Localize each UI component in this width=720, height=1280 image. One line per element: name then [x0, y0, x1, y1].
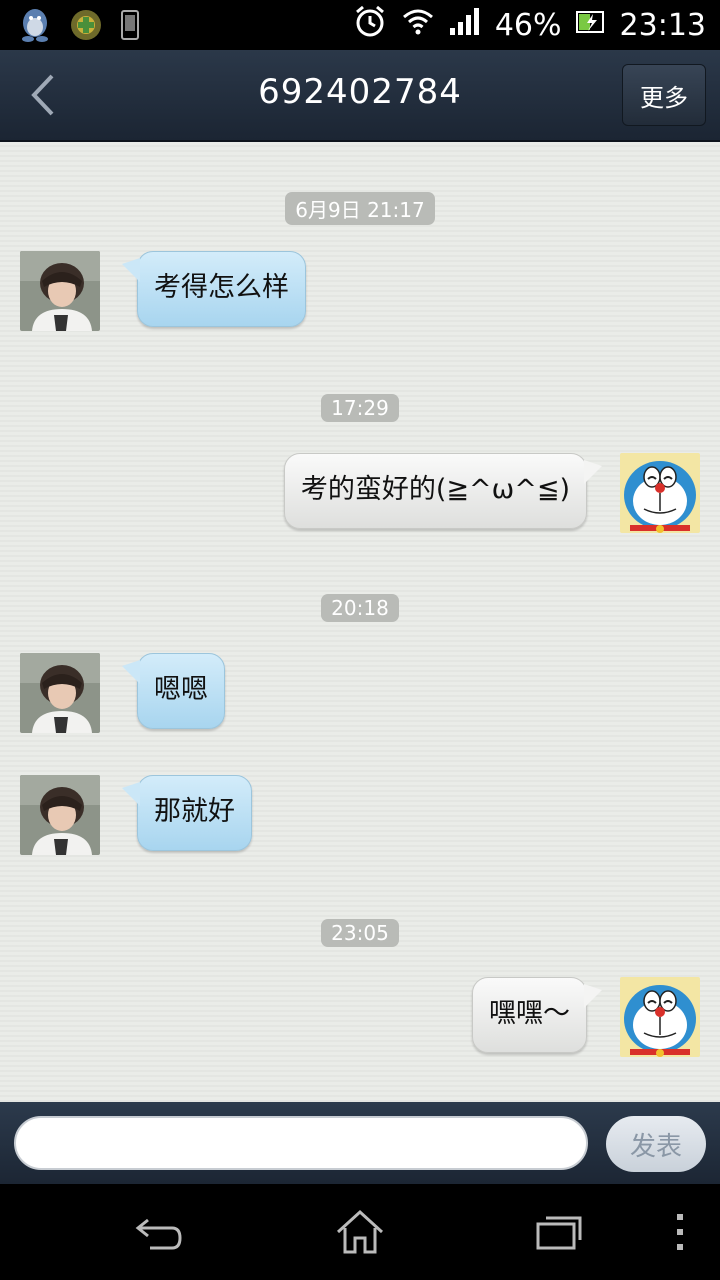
incoming-message-bubble[interactable]: 嗯嗯: [122, 653, 225, 729]
timestamp: 6月9日 21:17: [0, 192, 720, 225]
incoming-message-bubble[interactable]: 那就好: [122, 775, 252, 851]
app-badge-icon: [70, 9, 102, 45]
nav-menu-button[interactable]: [654, 1206, 706, 1258]
my-avatar[interactable]: [620, 453, 700, 533]
incoming-message-bubble[interactable]: 考得怎么样: [122, 251, 306, 327]
message-input[interactable]: [14, 1116, 588, 1170]
contact-avatar[interactable]: [20, 775, 100, 855]
home-icon: [336, 1209, 384, 1254]
back-arrow-icon: [135, 1218, 182, 1250]
contact-avatar[interactable]: [20, 251, 100, 331]
timestamp: 23:05: [0, 919, 720, 947]
status-bar: 46% 23:13: [0, 0, 720, 50]
timestamp: 20:18: [0, 594, 720, 622]
timestamp: 17:29: [0, 394, 720, 422]
menu-dots-icon: [677, 1214, 683, 1250]
message-list[interactable]: 6月9日 21:17 考得怎么样 17:29 考的蛮好的(≧^ω^≦) 20:1…: [0, 142, 720, 1102]
nav-back-button[interactable]: [134, 1206, 186, 1258]
my-avatar[interactable]: [620, 977, 700, 1057]
battery-percent: 46%: [494, 7, 562, 43]
composer-bar: 发表: [0, 1102, 720, 1184]
signal-icon: [449, 6, 481, 44]
alarm-icon: [353, 4, 387, 46]
wifi-icon: [401, 6, 435, 44]
qq-penguin-icon: [18, 7, 52, 47]
contact-title: 692402784: [258, 72, 462, 112]
battery-charging-icon: [575, 8, 606, 43]
contact-avatar[interactable]: [20, 653, 100, 733]
system-nav-bar: [0, 1184, 720, 1280]
clock-time: 23:13: [619, 7, 706, 43]
phone-icon: [120, 10, 140, 44]
chat-header: 692402784 更多: [0, 50, 720, 142]
outgoing-message-bubble[interactable]: 嘿嘿～: [472, 977, 602, 1053]
outgoing-message-bubble[interactable]: 考的蛮好的(≧^ω^≦): [283, 453, 603, 529]
nav-recent-apps-button[interactable]: [534, 1206, 586, 1258]
more-button[interactable]: 更多: [622, 64, 706, 126]
nav-home-button[interactable]: [334, 1206, 386, 1258]
recent-apps-icon: [536, 1216, 582, 1250]
send-button[interactable]: 发表: [606, 1116, 706, 1172]
